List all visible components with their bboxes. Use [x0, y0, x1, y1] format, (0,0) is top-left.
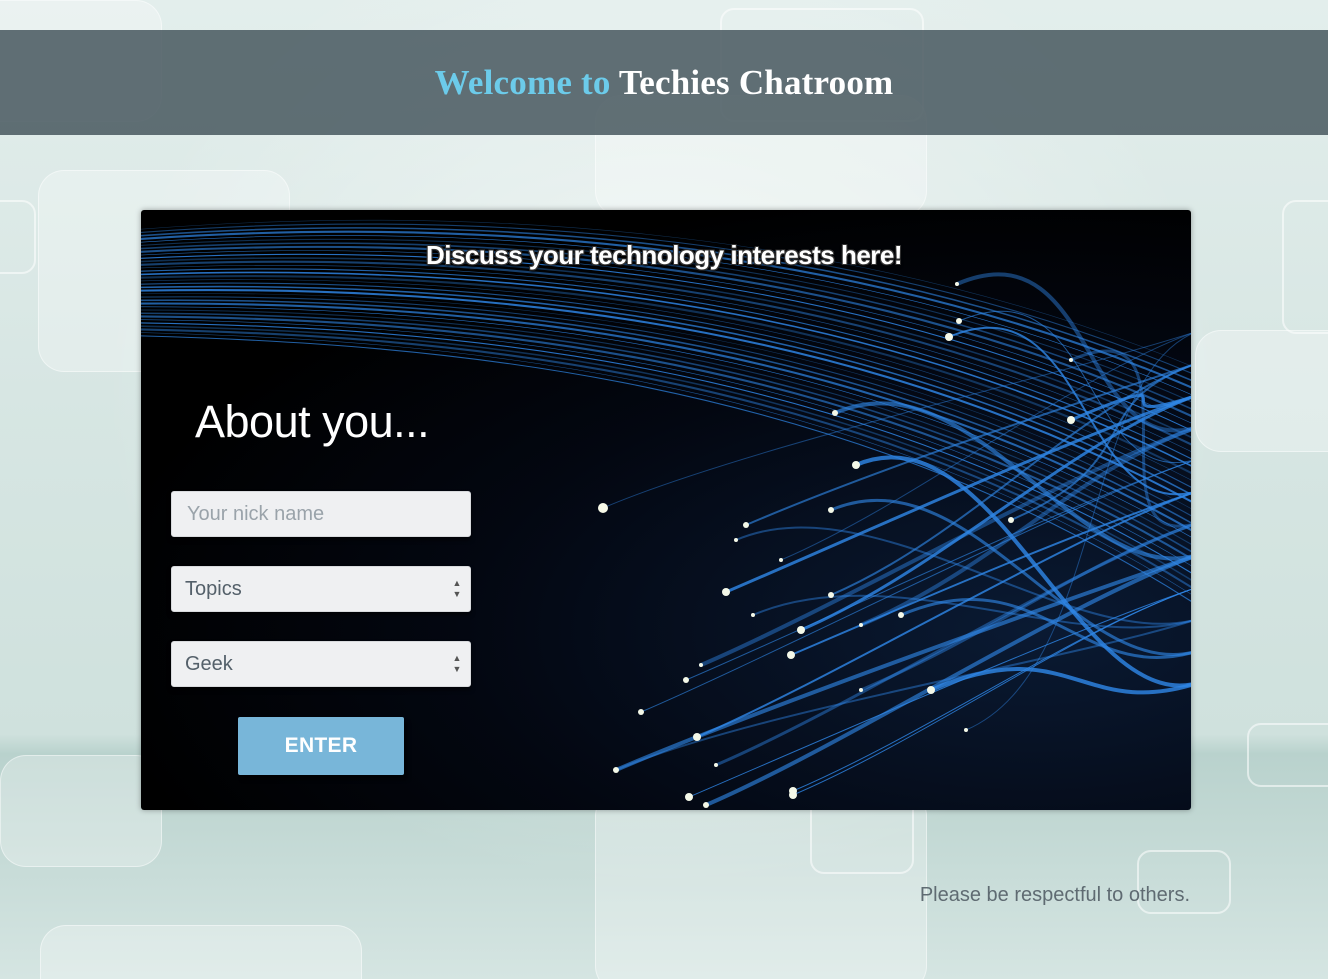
fiber-light-dot [964, 728, 968, 732]
fiber-light-dot [945, 333, 953, 341]
fiber-strand [141, 285, 1191, 496]
fiber-strand [745, 364, 1191, 526]
nickname-input[interactable] [171, 491, 471, 537]
fiber-light-dot [1069, 358, 1073, 362]
fiber-light-dot [898, 612, 904, 618]
background-tile [0, 755, 162, 867]
fiber-strand [141, 322, 1191, 574]
select-arrows-icon: ▲ ▼ [452, 578, 462, 599]
topics-select-value: Topics [185, 577, 242, 600]
topics-select[interactable]: Topics ▲ ▼ [171, 566, 471, 612]
fiber-light-dot [852, 461, 860, 469]
title-room-name: Techies Chatroom [618, 62, 894, 102]
fiber-light-dot [734, 538, 738, 542]
fiber-strand [141, 282, 1191, 488]
fiber-light-dot [956, 318, 962, 324]
fiber-light-dot [779, 558, 783, 562]
fiber-light-dot [638, 709, 644, 715]
about-heading: About you... [195, 396, 430, 447]
background-line [1247, 723, 1328, 787]
fiber-light-dot [703, 802, 709, 808]
fiber-light-dot [699, 663, 703, 667]
fiber-strand [735, 526, 1191, 625]
level-select[interactable]: Geek ▲ ▼ [171, 641, 471, 687]
title-welcome: Welcome to [434, 62, 611, 102]
fiber-strand [696, 492, 1191, 738]
fiber-light-dot [751, 613, 755, 617]
fiber-light-dot [1067, 416, 1075, 424]
level-select-value: Geek [185, 652, 233, 675]
fiber-light-dot [685, 793, 693, 801]
page-title: Welcome to Techies Chatroom [435, 63, 894, 103]
fiber-strand [141, 325, 1191, 581]
fiber-light-dot [787, 651, 795, 659]
fiber-light-dot [722, 588, 730, 596]
fiber-strand [614, 555, 1191, 772]
select-arrows-icon: ▲ ▼ [452, 653, 462, 674]
fiber-light-dot [743, 522, 749, 528]
fiber-strand [615, 620, 1191, 771]
fiber-light-dot [1008, 517, 1014, 523]
fiber-light-dot [955, 282, 959, 286]
fiber-strand [792, 589, 1191, 792]
fiber-light-dot [598, 503, 608, 513]
background-tile [1195, 330, 1328, 452]
fiber-light-dot [828, 592, 834, 598]
fiber-light-dot [927, 686, 935, 694]
fiber-light-dot [832, 410, 838, 416]
fiber-light-dot [693, 733, 701, 741]
fiber-light-dot [859, 688, 863, 692]
background-tile [40, 925, 362, 979]
fiber-light-dot [789, 787, 797, 795]
enter-button[interactable]: ENTER [238, 717, 404, 775]
header-bar: Welcome to Techies Chatroom [0, 30, 1328, 135]
fiber-light-dot [614, 768, 618, 772]
fiber-light-dot [714, 763, 718, 767]
panel-tagline: Discuss your technology interests here! [425, 240, 903, 270]
fiber-light-dot [797, 626, 805, 634]
fiber-light-dot [683, 677, 689, 683]
fiber-light-dot [828, 507, 834, 513]
fiber-light-dot [859, 623, 863, 627]
footer-note: Please be respectful to others. [919, 884, 1190, 906]
